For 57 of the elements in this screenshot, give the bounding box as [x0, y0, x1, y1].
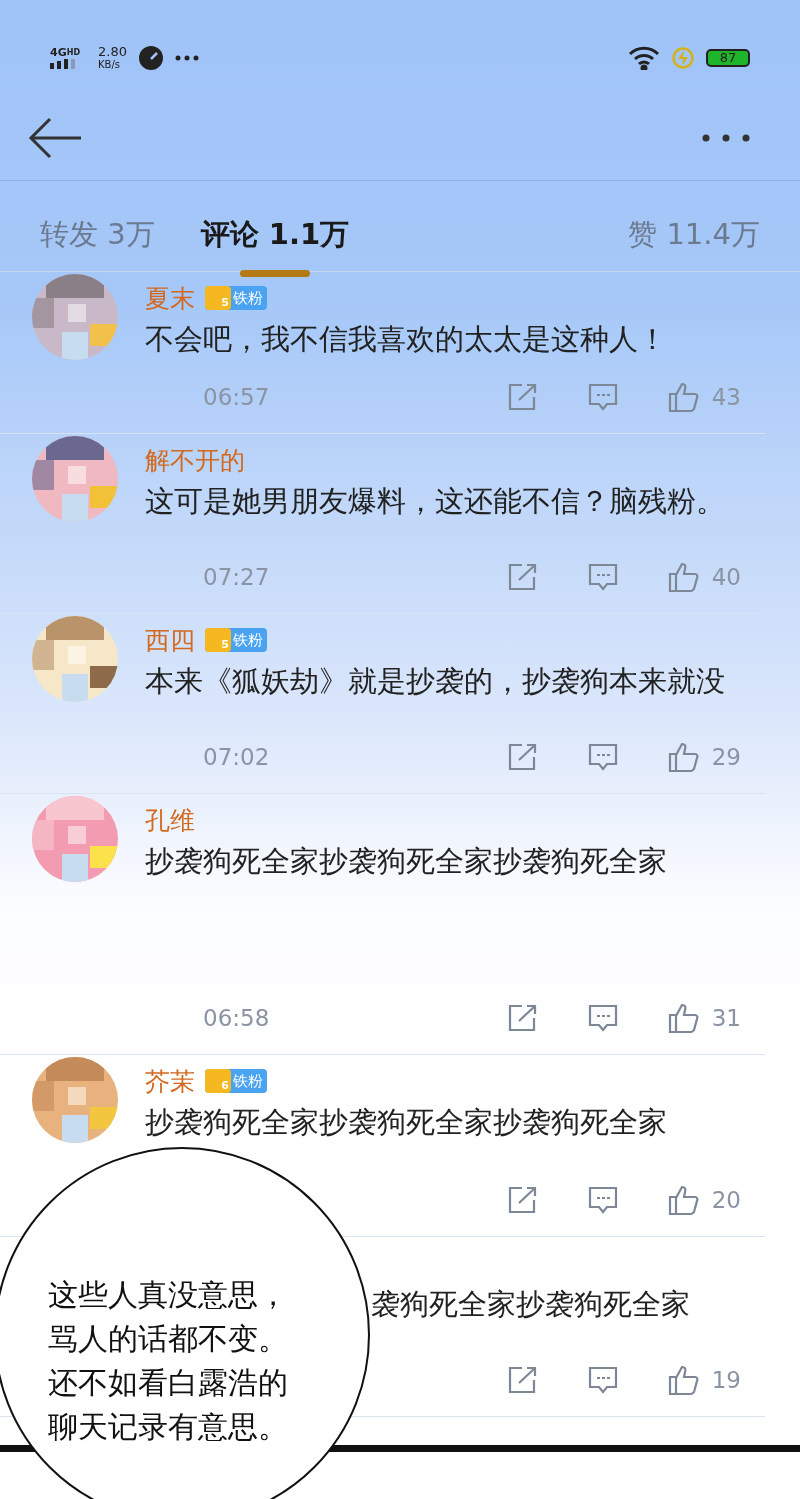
- network-speed: 2.80 KB/s: [98, 44, 127, 71]
- comment-icon[interactable]: [587, 1186, 618, 1214]
- more-icon[interactable]: [702, 133, 750, 142]
- share-icon[interactable]: [507, 563, 538, 591]
- comment-icon[interactable]: [587, 563, 618, 591]
- like-count: 19: [711, 1367, 741, 1393]
- comment-text: 抄袭狗死全家抄袭狗死全家抄袭狗死全家: [145, 843, 667, 880]
- tab[interactable]: 评论 1.1万: [200, 193, 350, 277]
- tab[interactable]: 赞 11.4万: [628, 193, 760, 277]
- like-count: 31: [711, 1005, 741, 1031]
- comment-time: 07:02: [203, 744, 270, 770]
- share-icon[interactable]: [507, 1366, 538, 1394]
- comment-time: 06:57: [203, 384, 270, 410]
- fan-badge: 5 铁粉: [205, 286, 267, 310]
- thumbs-up-icon[interactable]: [667, 1002, 700, 1034]
- speedometer-icon: [139, 45, 163, 70]
- share-icon[interactable]: [507, 743, 538, 771]
- thumbs-up-icon[interactable]: [667, 1364, 700, 1396]
- like-count: 40: [711, 564, 741, 590]
- fan-badge: 5 铁粉: [205, 628, 267, 652]
- user-name[interactable]: 夏末: [145, 281, 195, 315]
- speech-text: 这些人真没意思，: [48, 1276, 288, 1314]
- comment-time: 07:27: [203, 564, 270, 590]
- comment-text: 这可是她男朋友爆料，这还能不信？脑残粉。: [145, 483, 725, 520]
- charging-icon: [672, 46, 694, 69]
- tab[interactable]: 转发 3万: [40, 193, 155, 277]
- speech-text: 还不如看白露浩的: [48, 1364, 288, 1402]
- comment-icon[interactable]: [587, 1366, 618, 1394]
- comment-time: 06:58: [203, 1005, 270, 1031]
- comment-text: 抄袭狗死全家抄袭狗死全家抄袭狗死全家: [145, 1104, 667, 1141]
- fan-badge: 6 铁粉: [205, 1069, 267, 1093]
- share-icon[interactable]: [507, 1004, 538, 1032]
- comment-icon[interactable]: [587, 383, 618, 411]
- share-icon[interactable]: [507, 383, 538, 411]
- thumbs-up-icon[interactable]: [667, 741, 700, 773]
- wifi-icon: [628, 45, 660, 70]
- user-name[interactable]: 孔维: [145, 803, 195, 837]
- speech-text: 聊天记录有意思。: [48, 1408, 288, 1446]
- comment-text: 不会吧，我不信我喜欢的太太是这种人！: [145, 321, 667, 358]
- speech-text: 骂人的话都不变。: [48, 1320, 288, 1358]
- thumbs-up-icon[interactable]: [667, 561, 700, 593]
- like-count: 29: [711, 744, 741, 770]
- comment-text: 本来《狐妖劫》就是抄袭的，抄袭狗本来就没: [145, 663, 725, 700]
- comment-icon[interactable]: [587, 1004, 618, 1032]
- like-count: 20: [711, 1187, 741, 1213]
- comment-icon[interactable]: [587, 743, 618, 771]
- like-count: 43: [711, 384, 741, 410]
- thumbs-up-icon[interactable]: [667, 381, 700, 413]
- thumbs-up-icon[interactable]: [667, 1184, 700, 1216]
- user-name[interactable]: 西四: [145, 623, 195, 657]
- user-name[interactable]: 芥茉: [145, 1064, 195, 1098]
- user-name[interactable]: 解不开的: [145, 443, 245, 477]
- comment-text: 袭狗死全家抄袭狗死全家: [371, 1286, 690, 1323]
- battery-level: 87: [706, 48, 750, 67]
- share-icon[interactable]: [507, 1186, 538, 1214]
- back-arrow-icon[interactable]: [28, 116, 82, 159]
- more-icon: [175, 54, 199, 61]
